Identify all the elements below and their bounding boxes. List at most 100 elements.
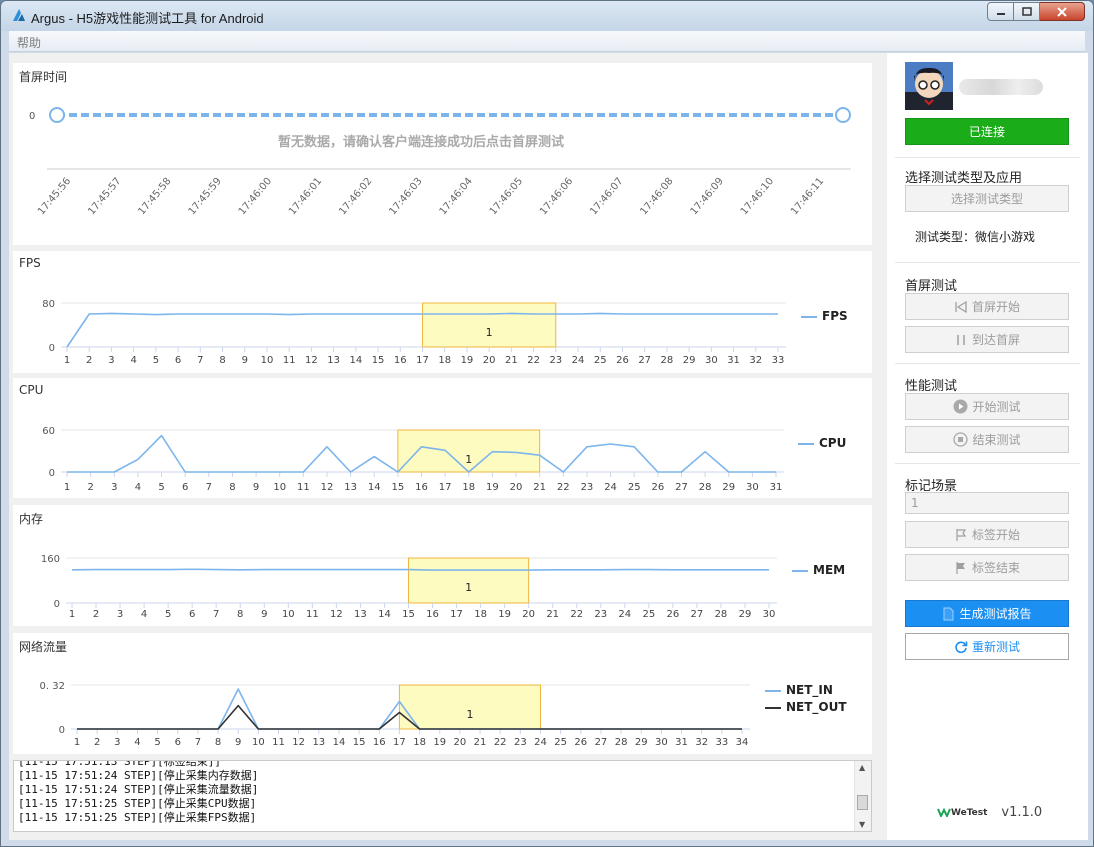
net-out-legend-label: NET_OUT	[786, 700, 847, 714]
x-tick-label: 20	[522, 609, 535, 620]
x-tick-label: 8	[215, 737, 221, 748]
x-tick-label: 4	[134, 737, 140, 748]
scroll-down-icon[interactable]: ▼	[859, 820, 865, 829]
x-tick-label: 4	[130, 355, 136, 366]
scroll-up-icon[interactable]: ▲	[859, 763, 865, 772]
close-button[interactable]	[1040, 2, 1085, 21]
fps-legend[interactable]: FPS	[801, 309, 848, 323]
x-tick-label: 34	[736, 737, 749, 748]
reach-first-screen-button[interactable]: 到达首屏	[905, 326, 1069, 353]
x-tick-label: 9	[253, 482, 259, 493]
x-tick-label: 33	[715, 737, 728, 748]
log-line: [11-15 17:51:25 STEP][停止采集FPS数据]	[18, 811, 257, 824]
x-tick-label: 11	[297, 482, 310, 493]
timeline-time-label: 17:46:04	[438, 176, 475, 217]
x-tick-label: 25	[628, 482, 641, 493]
end-test-label: 结束测试	[972, 433, 1021, 447]
x-tick-label: 10	[282, 609, 295, 620]
tag-start-label: 标签开始	[971, 528, 1020, 542]
x-tick-label: 12	[292, 737, 305, 748]
app-window: Argus - H5游戏性能测试工具 for Android 帮助 首屏时间 0	[0, 0, 1094, 847]
menu-help[interactable]: 帮助	[17, 34, 41, 51]
x-tick-label: 18	[413, 737, 426, 748]
avatar	[905, 62, 953, 110]
maximize-icon	[1021, 7, 1032, 16]
series-line-mem[interactable]	[71, 568, 769, 571]
net-in-legend-label: NET_IN	[786, 683, 833, 697]
end-test-button[interactable]: 结束测试	[905, 426, 1069, 453]
x-tick-label: 14	[349, 355, 362, 366]
x-tick-label: 17	[439, 482, 452, 493]
x-tick-label: 13	[344, 482, 357, 493]
mark-scene-input[interactable]: 1	[905, 492, 1069, 514]
x-tick-label: 5	[154, 737, 160, 748]
timeline-time-label: 17:46:08	[638, 176, 675, 217]
flag-outline-icon	[954, 528, 968, 542]
x-tick-label: 5	[165, 609, 171, 620]
x-tick-label: 15	[402, 609, 415, 620]
x-tick-label: 21	[474, 737, 487, 748]
tag-start-button[interactable]: 标签开始	[905, 521, 1069, 548]
x-tick-label: 15	[391, 482, 404, 493]
x-tick-label: 23	[581, 482, 594, 493]
x-tick-label: 23	[514, 737, 527, 748]
log-scrollbar[interactable]: ▲ ▼	[854, 761, 871, 831]
timeline-end-handle[interactable]	[835, 107, 851, 123]
window-title: Argus - H5游戏性能测试工具 for Android	[31, 11, 264, 26]
timeline-time-label: 17:46:00	[237, 176, 274, 217]
net-out-legend[interactable]: NET_OUT	[765, 700, 847, 714]
x-tick-label: 2	[94, 737, 100, 748]
cpu-legend-swatch	[798, 442, 814, 445]
brand-name: WeTest	[951, 807, 988, 818]
retest-button[interactable]: 重新测试	[905, 633, 1069, 660]
x-tick-label: 10	[252, 737, 265, 748]
select-test-type-button[interactable]: 选择测试类型	[905, 185, 1069, 212]
x-tick-label: 29	[635, 737, 648, 748]
control-sidebar: 已连接 选择测试类型及应用 选择测试类型 测试类型：微信小游戏 首屏测试 首屏开…	[887, 53, 1088, 840]
x-tick-label: 6	[175, 737, 181, 748]
minimize-button[interactable]	[987, 2, 1014, 21]
x-tick-label: 17	[416, 355, 429, 366]
fps-chart: 80011 2 3 4 5 6 7 8 9 10 11 12 13 14 15 16 17 18 19 20 21 22 2…	[42, 299, 786, 366]
x-tick-label: 12	[321, 482, 334, 493]
first-screen-start-button[interactable]: 首屏开始	[905, 293, 1069, 320]
x-tick-label: 7	[206, 482, 212, 493]
divider	[895, 463, 1080, 464]
x-tick-label: 32	[749, 355, 762, 366]
first-screen-timeline: 0 暂无数据，请确认客户端连接成功后点击首屏测试 17:45:56 17:45:5…	[29, 107, 851, 217]
x-tick-label: 3	[111, 482, 117, 493]
fps-legend-swatch	[801, 315, 817, 318]
connected-button[interactable]: 已连接	[905, 118, 1069, 145]
title-bar[interactable]: Argus - H5游戏性能测试工具 for Android	[1, 1, 1093, 31]
marked-region[interactable]	[422, 302, 557, 348]
x-tick-label: 22	[570, 609, 583, 620]
x-tick-label: 5	[153, 355, 159, 366]
x-tick-label: 26	[574, 737, 587, 748]
x-tick-label: 12	[330, 609, 343, 620]
timeline-start-handle[interactable]	[49, 107, 65, 123]
x-tick-label: 13	[327, 355, 340, 366]
maximize-button[interactable]	[1014, 2, 1040, 21]
retest-label: 重新测试	[971, 640, 1020, 654]
mem-chart: 160011 2 3 4 5 6 7 8 9 10 11 12 13 14 15 16 17 18 19 20 21 22…	[41, 554, 777, 620]
x-tick-label: 6	[182, 482, 188, 493]
mem-legend[interactable]: MEM	[792, 563, 845, 577]
tag-end-button[interactable]: 标签结束	[905, 554, 1069, 581]
log-line: [11-15 17:51:25 STEP][停止采集CPU数据]	[18, 797, 257, 810]
net-in-legend[interactable]: NET_IN	[765, 683, 833, 697]
start-test-button[interactable]: 开始测试	[905, 393, 1069, 420]
scroll-thumb[interactable]	[857, 795, 868, 810]
x-tick-label: 28	[699, 482, 712, 493]
x-tick-label: 11	[306, 609, 319, 620]
marked-region[interactable]	[398, 684, 541, 730]
select-section-title: 选择测试类型及应用	[905, 171, 1023, 186]
x-tick-label: 2	[86, 355, 92, 366]
generate-report-button[interactable]: 生成测试报告	[905, 600, 1069, 627]
x-tick-label: 10	[261, 355, 274, 366]
cpu-legend[interactable]: CPU	[798, 436, 846, 450]
log-panel[interactable]: [11-15 17:51:13 STEP][标签结束]] [11-15 17:51…	[13, 760, 872, 832]
perf-section-title: 性能测试	[905, 379, 958, 394]
x-tick-label: 10	[273, 482, 286, 493]
x-tick-label: 3	[108, 355, 114, 366]
timeline-time-labels: 17:45:56 17:45:57 17:45:58 17:45:59 17:46:00…	[36, 176, 826, 217]
